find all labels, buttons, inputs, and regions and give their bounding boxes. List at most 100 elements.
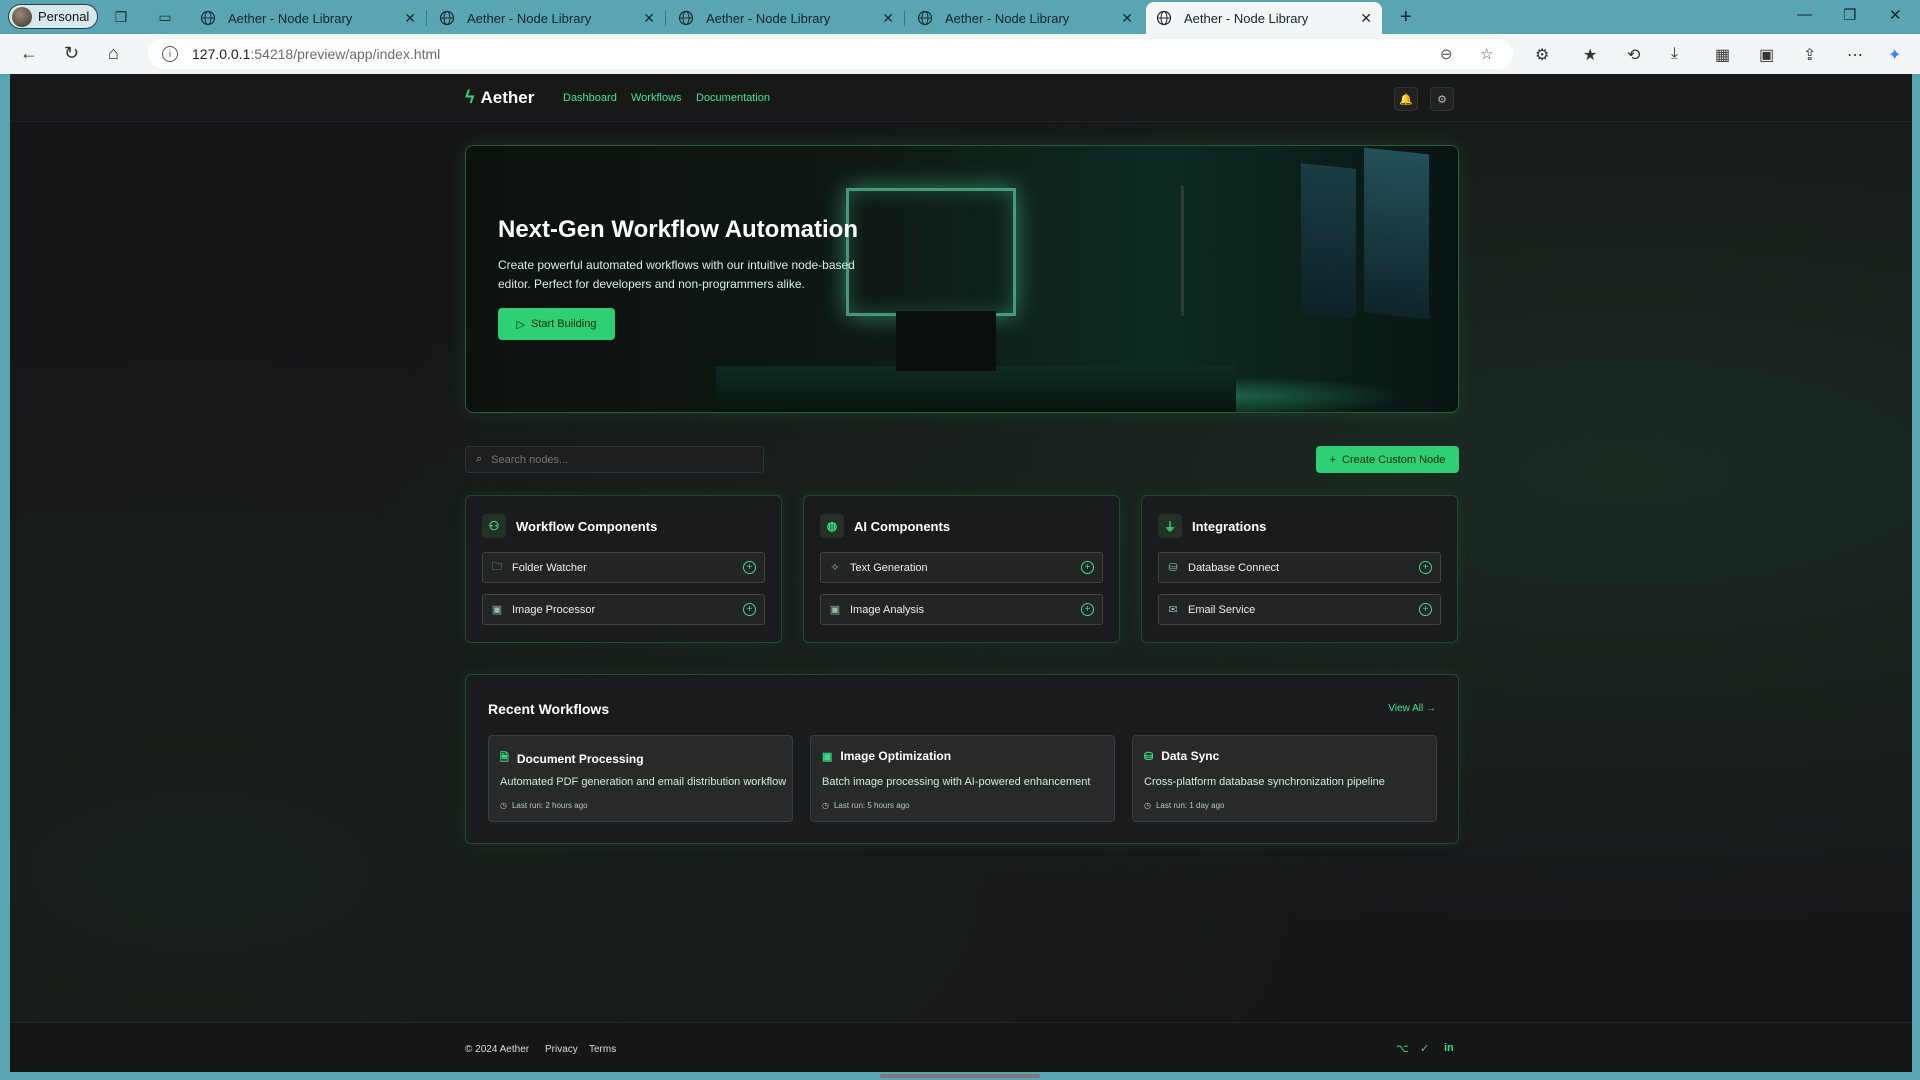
nav-dashboard[interactable]: Dashboard: [563, 92, 617, 104]
browser-tab[interactable]: Aether - Node Library ✕: [190, 2, 427, 34]
search-icon: ⌕: [476, 453, 483, 465]
image-icon: ▣: [822, 750, 833, 763]
twitter-icon[interactable]: ✓: [1420, 1042, 1429, 1055]
footer: © 2024 Aether Privacy Terms ⌥ ✓ in: [10, 1022, 1912, 1072]
workflow-card-document-processing[interactable]: 🗎 Document Processing Automated PDF gene…: [488, 735, 793, 822]
category-header: ⏚ Integrations: [1158, 514, 1266, 538]
browser-tab[interactable]: Aether - Node Library ✕: [668, 2, 905, 34]
node-label: Database Connect: [1188, 561, 1280, 574]
clock-icon: ◷: [822, 801, 829, 810]
brand-name: Aether: [480, 87, 535, 107]
favorite-star-icon[interactable]: ☆: [1480, 45, 1493, 63]
add-node-icon[interactable]: +: [743, 603, 756, 616]
hero-description: Create powerful automated workflows with…: [498, 258, 855, 291]
browser-tab[interactable]: Aether - Node Library ✕: [907, 2, 1143, 34]
address-bar[interactable]: i 127.0.0.1:54218/preview/app/index.html…: [148, 39, 1513, 69]
profile-button[interactable]: Personal: [8, 4, 98, 29]
notifications-button[interactable]: 🔔: [1394, 87, 1418, 111]
category-card-ai: ◍ AI Components ✧ Text Generation + ▣ Im…: [803, 495, 1120, 643]
node-item-email-service[interactable]: ✉ Email Service +: [1158, 594, 1441, 625]
extensions-icon[interactable]: ⚙: [1535, 45, 1549, 65]
more-icon[interactable]: ⋯: [1847, 45, 1863, 65]
brand-logo[interactable]: ϟ Aether: [465, 87, 534, 108]
tab-actions-icon[interactable]: ▭: [156, 8, 174, 26]
footer-link-privacy[interactable]: Privacy: [545, 1044, 578, 1055]
download-icon[interactable]: ⤓: [1671, 45, 1678, 63]
zoom-icon[interactable]: ⊖: [1440, 45, 1453, 63]
add-node-icon[interactable]: +: [1419, 603, 1432, 616]
create-custom-node-button[interactable]: + Create Custom Node: [1316, 446, 1459, 473]
hero-title: Next-Gen Workflow Automation: [498, 216, 858, 243]
close-tab-icon[interactable]: ✕: [404, 10, 416, 27]
back-icon[interactable]: ←: [20, 43, 38, 64]
sparkle-icon: ✧: [830, 562, 840, 574]
workflow-name: Image Optimization: [840, 749, 952, 763]
add-node-icon[interactable]: +: [1081, 561, 1094, 574]
add-node-icon[interactable]: +: [1081, 603, 1094, 616]
copyright: © 2024 Aether: [465, 1044, 530, 1055]
clock-icon: ◷: [500, 801, 507, 810]
url-path: :54218/preview/app/index.html: [250, 46, 441, 62]
new-tab-icon[interactable]: +: [1400, 6, 1412, 29]
category-header: ◍ AI Components: [820, 514, 950, 538]
screenshot-icon[interactable]: ▣: [1759, 45, 1774, 65]
collections-icon[interactable]: ▦: [1715, 45, 1730, 65]
share-icon[interactable]: ⇪: [1803, 45, 1816, 65]
refresh-icon[interactable]: ↻: [64, 43, 79, 64]
brain-icon: ◍: [820, 514, 844, 538]
hero-image-poster: [1301, 163, 1356, 319]
linkedin-icon[interactable]: in: [1444, 1042, 1454, 1054]
image-icon: ▣: [491, 604, 503, 616]
node-label: Email Service: [1188, 603, 1256, 616]
recent-workflows-title: Recent Workflows: [488, 701, 610, 717]
add-node-icon[interactable]: +: [1419, 561, 1432, 574]
node-item-image-processor[interactable]: ▣ Image Processor +: [482, 594, 765, 625]
view-all-link[interactable]: View All →: [1388, 703, 1436, 714]
close-tab-icon[interactable]: ✕: [1121, 10, 1133, 27]
node-item-image-analysis[interactable]: ▣ Image Analysis +: [820, 594, 1103, 625]
history-icon[interactable]: ⟲: [1627, 45, 1640, 65]
nav-workflows[interactable]: Workflows: [631, 92, 682, 104]
category-title: AI Components: [854, 518, 951, 534]
favorites-icon[interactable]: ★: [1583, 45, 1597, 65]
copilot-icon[interactable]: ✦: [1888, 45, 1901, 65]
close-window-icon[interactable]: ✕: [1889, 6, 1902, 24]
info-icon[interactable]: i: [162, 46, 178, 62]
node-item-text-generation[interactable]: ✧ Text Generation +: [820, 552, 1103, 583]
workflow-name: Data Sync: [1161, 749, 1220, 763]
workspaces-icon[interactable]: ❐: [112, 8, 130, 26]
database-icon: ⛁: [1168, 562, 1178, 574]
home-icon[interactable]: ⌂: [108, 43, 119, 64]
settings-button[interactable]: ⚙: [1430, 87, 1454, 111]
nav-documentation[interactable]: Documentation: [696, 92, 770, 104]
search-input[interactable]: [489, 452, 740, 467]
close-tab-icon[interactable]: ✕: [1360, 10, 1372, 27]
tab-separator: [665, 10, 666, 26]
url-host: 127.0.0.1: [192, 46, 251, 62]
workflow-card-image-optimization[interactable]: ▣ Image Optimization Batch image process…: [810, 735, 1115, 822]
bell-icon: 🔔: [1399, 93, 1413, 106]
horizontal-scrollbar[interactable]: [880, 1074, 1040, 1078]
github-icon[interactable]: ⌥: [1396, 1042, 1409, 1055]
browser-tab[interactable]: Aether - Node Library ✕: [429, 2, 666, 34]
search-box[interactable]: ⌕: [465, 446, 764, 473]
node-item-database-connect[interactable]: ⛁ Database Connect +: [1158, 552, 1441, 583]
browser-tab-active[interactable]: Aether - Node Library ✕: [1146, 2, 1382, 34]
close-tab-icon[interactable]: ✕: [882, 10, 894, 27]
workflow-card-data-sync[interactable]: ⛁ Data Sync Cross-platform database sync…: [1132, 735, 1437, 822]
start-building-button[interactable]: ▷ Start Building: [498, 308, 615, 340]
globe-icon: [200, 10, 216, 26]
minimize-icon[interactable]: —: [1797, 6, 1812, 23]
node-item-folder-watcher[interactable]: 🗀 Folder Watcher +: [482, 552, 765, 583]
category-header: ⚇ Workflow Components: [482, 514, 657, 538]
workflow-title: 🗎 Document Processing: [500, 749, 644, 768]
restore-icon[interactable]: ❐: [1843, 6, 1856, 24]
folder-icon: 🗀: [491, 561, 503, 573]
close-tab-icon[interactable]: ✕: [643, 10, 655, 27]
image-icon: ▣: [829, 604, 841, 616]
footer-link-terms[interactable]: Terms: [589, 1044, 616, 1055]
workflow-title: ▣ Image Optimization: [822, 749, 951, 763]
globe-icon: [678, 10, 694, 26]
browser-tab-bar: Personal ❐ ▭ Aether - Node Library ✕ Aet…: [0, 0, 1920, 34]
add-node-icon[interactable]: +: [743, 561, 756, 574]
